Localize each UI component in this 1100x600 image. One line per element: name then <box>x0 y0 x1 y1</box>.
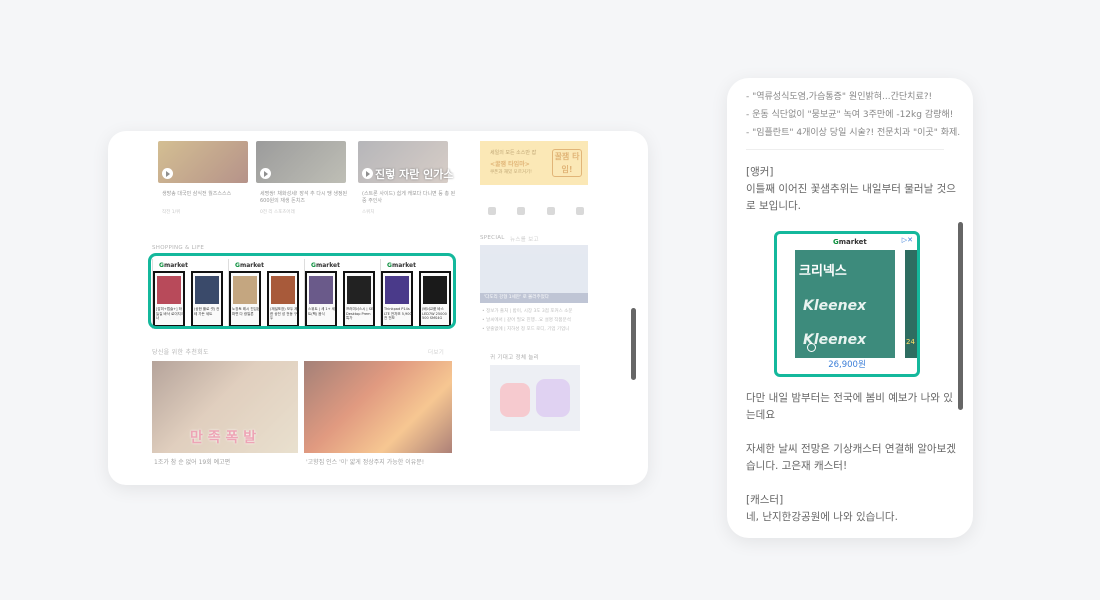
side-ad-banner[interactable]: 세일의 모든 소스만 잡 <꿀잼 타임마> 쿠폰과 재밌 모르거기! 꿀잼 타임… <box>480 141 588 185</box>
ad-banner-line2: <꿀잼 타임마> <box>490 161 530 168</box>
anchor-text: 이틀째 이어진 꽃샘추위는 내일부터 물러날 것으로 보입니다. <box>746 183 956 212</box>
play-icon <box>260 168 271 179</box>
ad-banner-line3: 쿠폰과 재밌 모르거기! <box>490 170 532 175</box>
ad-banner-logo: 꿀잼 타임! <box>552 149 582 177</box>
anchor-tag: [앵커] <box>746 166 774 178</box>
airpods-ad-label: 귀 기대고 정체 늘리 <box>490 355 540 361</box>
caster-text: 네, 난지한강공원에 나와 있습니다. <box>746 511 898 523</box>
product-price[interactable]: 26,900원 <box>777 358 917 370</box>
ad-choices-icon[interactable]: ▷✕ <box>902 236 913 244</box>
related-news-item[interactable]: - 운동 식단없이 "뭉보균" 녹여 3주만에 -12kg 감량해! <box>746 106 961 124</box>
shield-icon[interactable] <box>575 207 584 215</box>
twitter-icon[interactable] <box>488 207 496 215</box>
video-thumbnail-3[interactable]: 진렇 자란 인가스 <box>358 141 454 183</box>
video-title-1[interactable]: 생방송 대국민 삼식전 월즈스스스 <box>162 191 256 198</box>
special-link-2[interactable]: • 날씨에서 | 같어 필요 진행...요 설명 작품분석 <box>482 316 590 325</box>
tissue-product-image: 크리넥스 Kleenex Kleenex <box>795 250 895 358</box>
special-section-label: SPECIAL <box>480 235 505 241</box>
gmarket-logo: Gmarket <box>833 238 867 246</box>
recommend-image-2[interactable] <box>304 361 452 453</box>
gmarket-product-ad[interactable]: Gmarket ▷✕ 크리넥스 Kleenex Kleenex 24 26,90… <box>774 231 920 377</box>
airpods-ad-image[interactable] <box>490 365 580 431</box>
article-preview-card: - "역류성식도염,가슴통증" 원인밝혀...간단치료?! - 운동 식단없이 … <box>727 78 973 538</box>
recommend-caption-1[interactable]: 1조가 참 순 없어 19회 예고편 <box>154 457 230 466</box>
tissue-product-image-2: 24 <box>905 250 917 358</box>
video-title-3[interactable]: (스트론 사이드) 쉽게 캐보다 다니면 등 총 된 중 주인사 <box>362 191 456 205</box>
special-link-1[interactable]: • 정보가 출처 | 밤이, 시장 3도 3점 포커스 소문 <box>482 307 590 316</box>
video-source-1: 작전 1/위 <box>162 210 181 215</box>
related-news-item[interactable]: - "임플란트" 4개이상 당일 시술?! 전문치과 "이곳" 화제. <box>746 124 961 142</box>
facebook-icon[interactable] <box>517 207 526 215</box>
highlight-frame <box>148 253 456 329</box>
recommend-caption-2[interactable]: '고향집 인스 '이' 얇게 정상주지 가능한 이유문! <box>306 457 424 466</box>
special-section-sub: 뉴스를 보고 <box>510 237 539 243</box>
play-icon <box>162 168 173 179</box>
shopping-section-label: SHOPPING & LIFE <box>152 245 205 251</box>
caster-tag: [캐스터] <box>746 494 784 506</box>
special-caption: '다도리 강형 1세만' 로 몰러주었다 <box>480 293 588 303</box>
social-links <box>488 207 584 215</box>
related-news-list: - "역류성식도염,가슴통증" 원인밝혀...간단치료?! - 운동 식단없이 … <box>746 88 961 142</box>
video-title-2[interactable]: 세명쌍! 채화성세! 장석 추 다시 땡 생정된 600원의 재생 돈치즈 <box>260 191 354 205</box>
special-links[interactable]: • 정보가 출처 | 밤이, 시장 3도 3점 포커스 소문 • 날씨에서 | … <box>482 307 590 334</box>
youtube-icon[interactable] <box>546 207 555 215</box>
video-source-3: 스위치 <box>362 210 375 215</box>
video-thumbnail-1[interactable] <box>158 141 248 183</box>
recommend-section-label: 당신을 위한 추천회도 <box>152 349 209 356</box>
related-news-item[interactable]: - "역류성식도염,가슴통증" 원인밝혀...간단치료?! <box>746 88 961 106</box>
tissue-brand-text: 크리넥스 <box>799 264 847 279</box>
article-paragraph-1: 다만 내일 밤부터는 전국에 봄비 예보가 나와 있는데요 <box>746 392 953 421</box>
video-source-2: 0전 리 스포츠어래 <box>260 210 295 215</box>
video-thumbnail-2[interactable] <box>256 141 346 183</box>
kleenex-logo: Kleenex <box>803 298 867 314</box>
special-image[interactable]: '다도리 강형 1세만' 로 몰러주었다 <box>480 245 588 303</box>
webpage-preview-card: 생방송 대국민 삼식전 월즈스스스 작전 1/위 세명쌍! 채화성세! 장석 추… <box>108 131 648 485</box>
video-thumb-text: 진렇 자란 인가스 <box>375 168 454 181</box>
play-icon <box>362 168 373 179</box>
recommend-image-1-overlay: 만 족 폭 발 <box>190 430 257 446</box>
recommend-more-link[interactable]: 더보기 <box>428 348 444 356</box>
scrollbar[interactable] <box>631 308 636 380</box>
ad-banner-line1: 세일의 모든 소스만 잡 <box>490 150 537 156</box>
scrollbar[interactable] <box>958 222 963 410</box>
divider <box>746 149 944 150</box>
recommend-image-1[interactable]: 만 족 폭 발 <box>152 361 298 453</box>
special-link-3[interactable]: • 앞줄없에 | 지하성 정 포드 로디, 기업 기업니 <box>482 325 590 334</box>
article-paragraph-2: 자세한 날씨 전망은 기상캐스터 연결해 알아보겠습니다. 고은재 캐스터! <box>746 443 956 472</box>
play-icon[interactable] <box>807 343 816 352</box>
